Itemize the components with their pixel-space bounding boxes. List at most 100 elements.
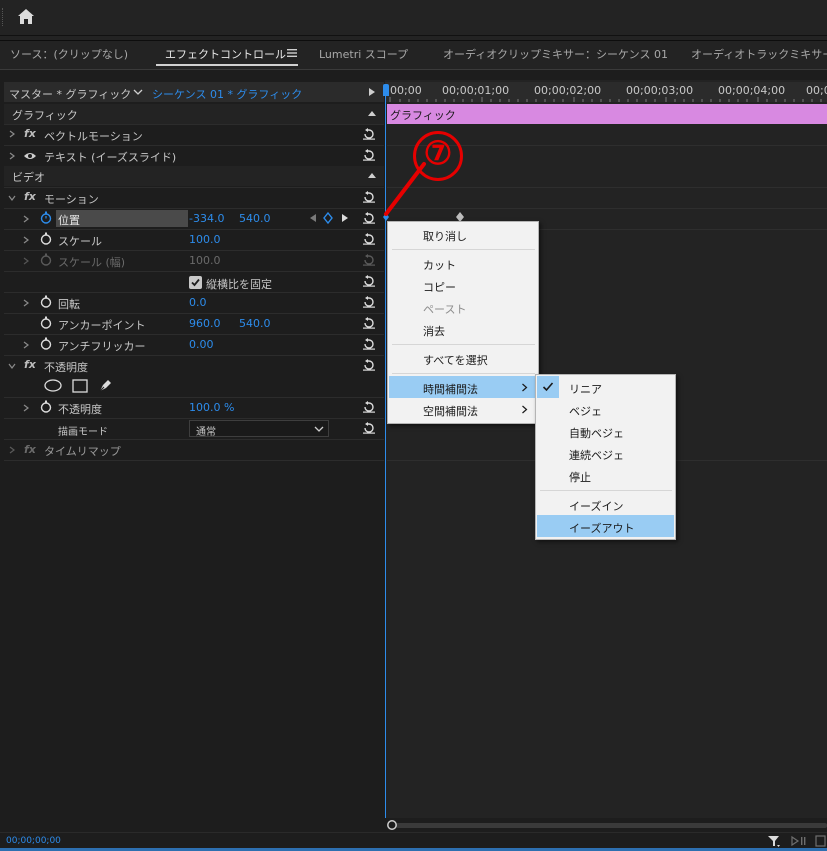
- chevron-right-icon[interactable]: [8, 446, 16, 454]
- reset-icon[interactable]: [362, 296, 376, 308]
- submenu-item-ease-in[interactable]: イーズイン: [569, 498, 623, 514]
- export-media-icon[interactable]: [791, 835, 807, 847]
- rectangle-mask-icon[interactable]: [72, 379, 88, 393]
- submenu-item-linear[interactable]: リニア: [569, 381, 602, 397]
- blend-mode-select[interactable]: 通常: [189, 420, 329, 438]
- panel-icon[interactable]: [815, 835, 827, 847]
- reset-icon[interactable]: [362, 128, 376, 140]
- reset-icon[interactable]: [362, 317, 376, 329]
- chevron-right-icon[interactable]: [22, 341, 30, 349]
- reset-icon[interactable]: [362, 401, 376, 413]
- panel-menu-icon[interactable]: [286, 48, 298, 58]
- grip-handle[interactable]: [2, 8, 4, 26]
- text-layer-label: テキスト (イーズスライド): [44, 151, 177, 164]
- reset-icon[interactable]: [362, 212, 376, 224]
- uniform-scale-label: 縦横比を固定: [206, 278, 272, 291]
- scale-value[interactable]: 100.0: [189, 233, 221, 246]
- submenu-item-ease-out[interactable]: イーズアウト: [569, 520, 634, 536]
- timecode-display[interactable]: 00;00;00;00: [6, 836, 61, 846]
- master-clip-label[interactable]: マスター * グラフィック: [9, 86, 131, 102]
- time-remap-label: タイムリマップ: [44, 445, 121, 458]
- menu-separator: [392, 373, 535, 374]
- filter-icon[interactable]: [767, 834, 781, 848]
- menu-item-temporal-interpolation[interactable]: 時間補間法: [423, 381, 478, 397]
- divider: [387, 208, 827, 209]
- pen-mask-icon[interactable]: [98, 377, 114, 393]
- uniform-scale-checkbox[interactable]: [189, 276, 202, 289]
- submenu-item-auto-bezier[interactable]: 自動ベジェ: [569, 425, 624, 441]
- scale-width-value: 100.0: [189, 254, 221, 267]
- menu-item-spatial-interpolation[interactable]: 空間補間法: [423, 403, 478, 419]
- ellipse-mask-icon[interactable]: [44, 379, 62, 392]
- playhead-handle[interactable]: [383, 84, 389, 96]
- stopwatch-icon[interactable]: [40, 232, 52, 245]
- reset-icon[interactable]: [362, 233, 376, 245]
- chevron-right-icon[interactable]: [8, 152, 16, 160]
- chevron-down-icon[interactable]: [8, 194, 16, 202]
- stopwatch-icon[interactable]: [40, 211, 52, 224]
- play-triangle-icon[interactable]: [368, 87, 376, 97]
- fx-icon[interactable]: fx: [24, 190, 36, 203]
- eye-icon[interactable]: [23, 151, 37, 161]
- antiflicker-value[interactable]: 0.00: [189, 338, 214, 351]
- menu-separator: [392, 344, 535, 345]
- anchor-y-value[interactable]: 540.0: [239, 317, 271, 330]
- menu-item-clear[interactable]: 消去: [423, 323, 445, 339]
- reset-icon[interactable]: [362, 191, 376, 203]
- chevron-right-icon[interactable]: [22, 299, 30, 307]
- chevron-down-icon[interactable]: [133, 88, 143, 96]
- divider: [4, 292, 384, 293]
- tab-audio-track-mixer[interactable]: オーディオトラックミキサー: [691, 46, 827, 62]
- chevron-right-icon[interactable]: [22, 404, 30, 412]
- fx-icon[interactable]: fx: [24, 358, 36, 371]
- motion-label: モーション: [44, 193, 99, 206]
- rotation-value[interactable]: 0.0: [189, 296, 207, 309]
- anchor-x-value[interactable]: 960.0: [189, 317, 221, 330]
- chevron-right-icon[interactable]: [22, 236, 30, 244]
- anchor-point-label: アンカーポイント: [58, 319, 146, 332]
- collapse-icon[interactable]: [368, 111, 376, 116]
- reset-icon[interactable]: [362, 422, 376, 434]
- menu-item-cut[interactable]: カット: [423, 257, 456, 273]
- menu-item-copy[interactable]: コピー: [423, 279, 456, 295]
- menu-item-select-all[interactable]: すべてを選択: [423, 352, 488, 368]
- menu-item-undo[interactable]: 取り消し: [423, 228, 467, 244]
- submenu-item-hold[interactable]: 停止: [569, 469, 591, 485]
- position-x-value[interactable]: -334.0: [189, 212, 224, 225]
- fx-icon: fx: [24, 443, 36, 456]
- reset-icon[interactable]: [362, 275, 376, 287]
- collapse-icon[interactable]: [368, 173, 376, 178]
- video-section-label: ビデオ: [12, 171, 45, 184]
- scrollbar-track[interactable]: [396, 823, 827, 828]
- stopwatch-icon[interactable]: [40, 295, 52, 308]
- position-label: 位置: [58, 214, 80, 227]
- chevron-right-icon[interactable]: [22, 215, 30, 223]
- sequence-clip-label[interactable]: シーケンス 01 * グラフィック: [152, 86, 302, 102]
- stopwatch-icon[interactable]: [40, 400, 52, 413]
- chevron-down-icon[interactable]: [8, 362, 16, 370]
- stopwatch-icon[interactable]: [40, 316, 52, 329]
- chevron-right-icon[interactable]: [8, 130, 16, 138]
- previous-keyframe-icon[interactable]: [309, 213, 317, 223]
- submenu-item-continuous-bezier[interactable]: 連続ベジェ: [569, 447, 624, 463]
- position-y-value[interactable]: 540.0: [239, 212, 271, 225]
- reset-icon[interactable]: [362, 338, 376, 350]
- reset-icon[interactable]: [362, 149, 376, 161]
- divider: [387, 187, 827, 188]
- tab-audio-clip-mixer[interactable]: オーディオクリップミキサー：シーケンス 01: [443, 46, 668, 62]
- reset-icon[interactable]: [362, 359, 376, 371]
- stopwatch-icon[interactable]: [40, 337, 52, 350]
- home-icon[interactable]: [16, 7, 36, 27]
- annotation-number: ⑦: [423, 134, 453, 172]
- antiflicker-label: アンチフリッカー: [58, 340, 146, 353]
- tab-source[interactable]: ソース：(クリップなし): [10, 46, 128, 62]
- add-keyframe-icon[interactable]: [323, 212, 333, 224]
- tab-lumetri-scopes[interactable]: Lumetri スコープ: [319, 46, 408, 62]
- divider: [4, 145, 384, 146]
- divider: [4, 187, 384, 188]
- scroll-handle-icon[interactable]: [386, 819, 398, 831]
- submenu-item-bezier[interactable]: ベジェ: [569, 403, 602, 419]
- opacity-value[interactable]: 100.0 %: [189, 401, 234, 414]
- tab-effect-controls[interactable]: エフェクトコントロール: [165, 46, 286, 62]
- next-keyframe-icon[interactable]: [341, 213, 349, 223]
